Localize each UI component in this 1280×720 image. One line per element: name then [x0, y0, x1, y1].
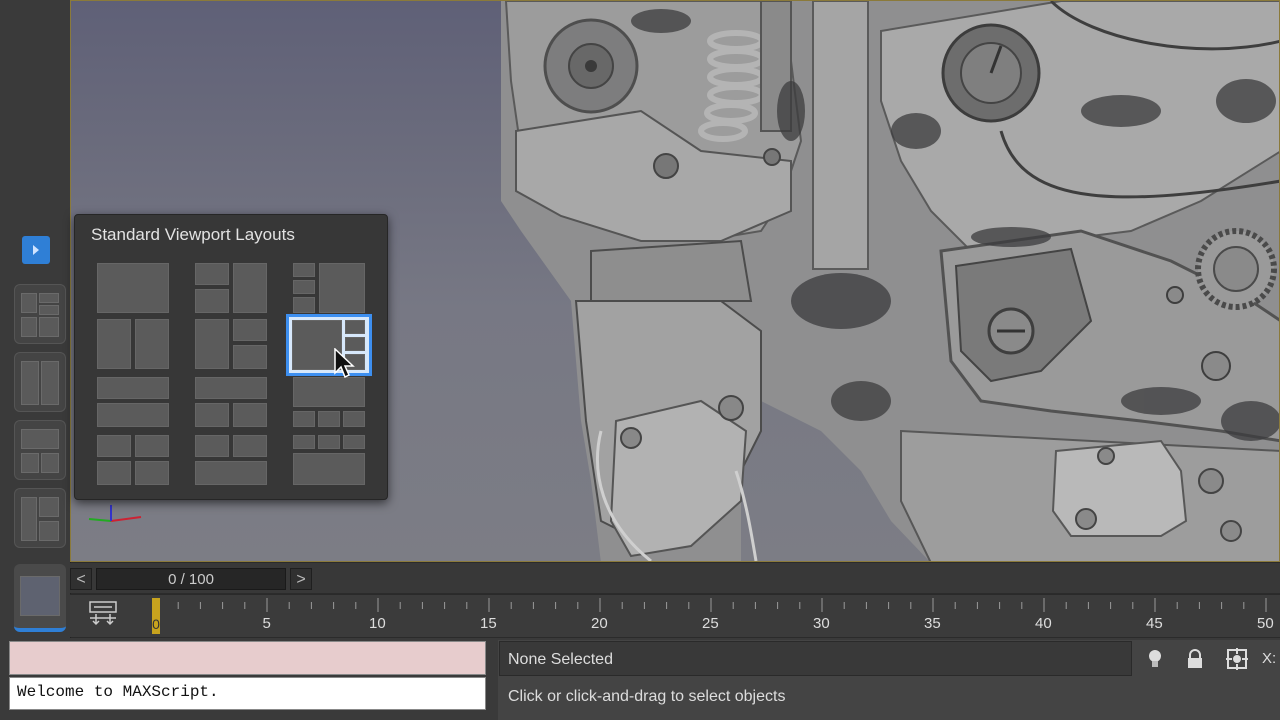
maxscript-input[interactable] — [9, 641, 486, 675]
layout-option-4[interactable] — [95, 317, 171, 371]
tick-label-20: 20 — [591, 615, 608, 632]
lock-icon[interactable] — [1184, 648, 1206, 670]
frame-counter: 0 / 100 — [168, 571, 214, 588]
tick-label-15: 15 — [480, 615, 497, 632]
layout-option-7[interactable] — [95, 375, 171, 429]
layout-option-2[interactable] — [193, 261, 269, 315]
current-frame-label: 0 — [152, 616, 160, 632]
tick-label-40: 40 — [1035, 615, 1052, 632]
expand-arrow-icon — [33, 245, 39, 255]
tick-label-10: 10 — [369, 615, 386, 632]
axis-tripod-icon — [88, 505, 142, 522]
layout-option-10[interactable] — [95, 433, 171, 487]
selection-crosshair-icon[interactable] — [1226, 648, 1248, 670]
tick-label-25: 25 — [702, 615, 719, 632]
layout-option-12[interactable] — [291, 433, 367, 487]
layout-option-1[interactable] — [95, 261, 171, 315]
tick-label-5: 5 — [262, 615, 271, 632]
tick-label-45: 45 — [1146, 615, 1163, 632]
tick-label-50: 50 — [1257, 615, 1274, 632]
prev-frame-button[interactable]: < — [70, 568, 92, 590]
selection-status: None Selected — [499, 641, 1132, 676]
maxscript-output[interactable]: Welcome to MAXScript. — [9, 677, 486, 710]
layout-tab-1[interactable] — [14, 284, 66, 344]
mouse-cursor-icon — [334, 348, 355, 379]
layout-option-3[interactable] — [291, 261, 367, 315]
prompt-line: Click or click-and-drag to select object… — [508, 688, 786, 705]
expand-layouts-button[interactable] — [22, 236, 50, 264]
layout-option-9[interactable] — [291, 375, 367, 429]
tick-label-35: 35 — [924, 615, 941, 632]
layout-option-8[interactable] — [193, 375, 269, 429]
layout-option-11[interactable] — [193, 433, 269, 487]
light-bulb-icon[interactable] — [1144, 648, 1166, 670]
popup-title: Standard Viewport Layouts — [91, 225, 295, 244]
layout-tab-4[interactable] — [14, 488, 66, 548]
tick-label-30: 30 — [813, 615, 830, 632]
layout-option-5[interactable] — [193, 317, 269, 371]
viewport-layout-tab-bar — [0, 0, 71, 640]
next-frame-button[interactable]: > — [290, 568, 312, 590]
x-coordinate-label: X: — [1262, 650, 1277, 667]
layout-option-6-selected[interactable] — [286, 314, 372, 376]
layout-tab-2[interactable] — [14, 352, 66, 412]
layout-tab-active[interactable] — [14, 564, 66, 632]
layout-tab-3[interactable] — [14, 420, 66, 480]
track-view-icon[interactable] — [88, 600, 118, 628]
